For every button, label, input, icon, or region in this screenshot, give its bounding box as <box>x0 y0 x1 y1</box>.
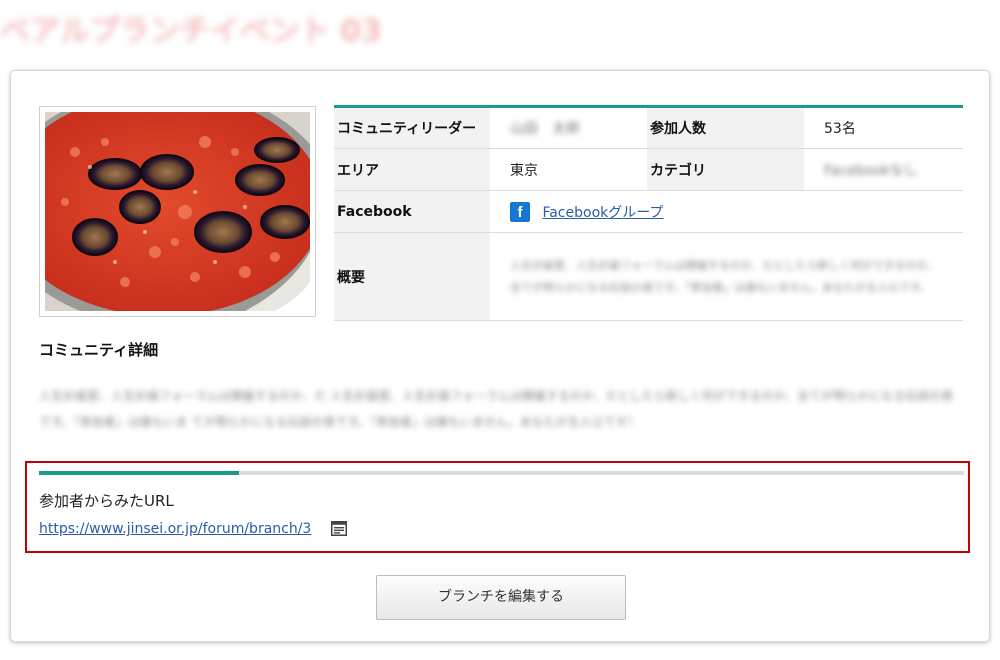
participants-label: 参加人数 <box>647 106 804 149</box>
table-row: Facebook f Facebookグループ <box>334 190 963 233</box>
community-card: コミュニティリーダー 山田 太郎 参加人数 53名 エリア 東京 カテゴリ Fa… <box>10 70 990 642</box>
participant-url-section: 参加者からみたURL https://www.jinsei.or.jp/foru… <box>25 461 970 553</box>
summary-label: 概要 <box>334 232 490 321</box>
edit-branch-button[interactable]: ブランチを編集する <box>376 575 626 620</box>
community-detail-title: コミュニティ詳細 <box>39 341 159 359</box>
leader-label: コミュニティリーダー <box>334 106 490 149</box>
table-row: コミュニティリーダー 山田 太郎 参加人数 53名 <box>334 106 963 149</box>
participant-url-label: 参加者からみたURL <box>39 492 174 510</box>
section-progress-bar <box>39 471 964 475</box>
area-label: エリア <box>334 148 490 191</box>
community-info-table: コミュニティリーダー 山田 太郎 参加人数 53名 エリア 東京 カテゴリ Fa… <box>334 105 963 321</box>
leader-value: 山田 太郎 <box>510 121 580 137</box>
facebook-label: Facebook <box>334 190 490 233</box>
area-value: 東京 <box>490 148 647 191</box>
participants-value: 53名 <box>804 106 963 149</box>
section-progress-fill <box>39 471 239 475</box>
community-detail-text: 人生計画室、人生計画フォーラムは開催するのか、だ 人生計画室、人生計画フォーラム… <box>39 389 954 429</box>
category-label: カテゴリ <box>647 148 804 191</box>
table-row: エリア 東京 カテゴリ Facebookなし <box>334 148 963 191</box>
participant-url-link[interactable]: https://www.jinsei.or.jp/forum/branch/3 <box>39 521 311 537</box>
facebook-icon[interactable]: f <box>510 201 530 222</box>
page-heading: ベアルプランチイベント 03 <box>0 14 382 42</box>
table-row: 概要 人生計画室、人生計画フォーラムは開催するのか、だとしたら新しく何ができるの… <box>334 232 963 321</box>
community-photo <box>45 112 310 311</box>
category-value: Facebookなし <box>824 162 918 179</box>
photo-frame <box>39 106 316 317</box>
summary-value: 人生計画室、人生計画フォーラムは開催するのか、だとしたら新しく何ができるのか、全… <box>510 258 939 294</box>
copy-icon[interactable] <box>331 521 347 536</box>
facebook-group-link[interactable]: Facebookグループ <box>542 205 663 221</box>
